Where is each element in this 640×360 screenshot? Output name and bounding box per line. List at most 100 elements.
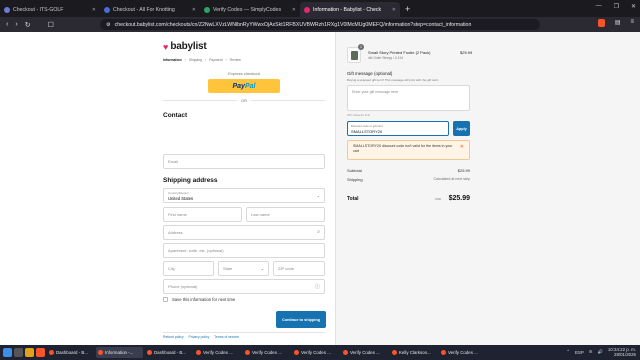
address-field[interactable]: Address ⌕ bbox=[163, 225, 325, 240]
bookmark-icon[interactable]: ☐ bbox=[48, 21, 54, 29]
close-tab-icon[interactable]: ✕ bbox=[292, 7, 296, 13]
taskbar-window[interactable]: Verify Codes ... bbox=[194, 347, 241, 358]
last-name-field[interactable]: Last name bbox=[246, 207, 325, 222]
browser-tab-its-golf[interactable]: Checkout - ITS-GOLF ✕ bbox=[0, 2, 100, 17]
close-tab-icon[interactable]: ✕ bbox=[192, 7, 196, 13]
clock[interactable]: 10:34:22 p. m. 28/01/2025 bbox=[608, 347, 636, 357]
store-logo[interactable]: ♥ babylist bbox=[163, 41, 207, 52]
taskbar-window[interactable]: Dashboard - B... bbox=[47, 347, 94, 358]
breadcrumb-separator-icon: › bbox=[205, 58, 207, 62]
window-controls: — ❐ ✕ bbox=[596, 3, 636, 10]
breadcrumb-review: Review bbox=[229, 58, 241, 62]
state-select[interactable]: State ⌄ bbox=[218, 261, 269, 276]
close-tab-icon[interactable]: ✕ bbox=[92, 7, 96, 13]
site-info-icon[interactable]: ⚙ bbox=[106, 22, 111, 28]
forward-icon[interactable]: › bbox=[15, 21, 17, 28]
quantity-badge: 1 bbox=[358, 44, 364, 50]
browser-tab-all-for-knotting[interactable]: Checkout - All For Knotting ✕ bbox=[100, 2, 200, 17]
apply-discount-button[interactable]: Apply bbox=[453, 121, 470, 136]
menu-icon[interactable]: ≡ bbox=[630, 19, 634, 27]
email-field[interactable]: Email bbox=[163, 154, 325, 169]
apartment-field[interactable]: Apartment, suite, etc. (optional) bbox=[163, 243, 325, 258]
taskbar-window[interactable]: Information -... bbox=[96, 347, 143, 358]
save-info-checkbox[interactable] bbox=[163, 297, 168, 302]
tab-label: Checkout - ITS-GOLF bbox=[13, 6, 64, 13]
last-name-placeholder: Last name bbox=[251, 212, 270, 217]
file-explorer-icon[interactable] bbox=[25, 348, 34, 357]
browser-tab-babylist[interactable]: Information - Babylist - Check ✕ bbox=[300, 2, 400, 17]
contact-heading: Contact bbox=[163, 112, 188, 119]
total-value: $25.99 bbox=[448, 195, 470, 202]
taskbar-window[interactable]: Kelly Clarkson... bbox=[390, 347, 437, 358]
new-tab-button[interactable]: + bbox=[405, 4, 410, 14]
breadcrumb: Information › Shipping › Payment › Revie… bbox=[163, 58, 241, 62]
apartment-placeholder: Apartment, suite, etc. (optional) bbox=[168, 248, 224, 253]
privacy-policy-link[interactable]: Privacy policy bbox=[189, 335, 210, 339]
email-placeholder: Email bbox=[168, 159, 179, 164]
taskbar: Dashboard - B... Information -... Dashbo… bbox=[0, 345, 640, 360]
brave-icon bbox=[147, 350, 152, 355]
clock-date: 28/01/2025 bbox=[614, 352, 636, 357]
brave-icon[interactable] bbox=[36, 348, 45, 357]
gift-message-textarea[interactable]: Enter your gift message here bbox=[347, 85, 470, 111]
close-tab-icon[interactable]: ✕ bbox=[392, 7, 396, 13]
wifi-icon[interactable]: ≋ bbox=[589, 349, 593, 355]
browser-tab-simplycodes[interactable]: Verify Codes — SimplyCodes ✕ bbox=[200, 2, 300, 17]
help-icon[interactable]: ⓘ bbox=[315, 283, 320, 290]
breadcrumb-shipping: Shipping bbox=[188, 58, 202, 62]
taskbar-window-label: Dashboard - B... bbox=[56, 350, 88, 355]
zip-field[interactable]: ZIP code bbox=[273, 261, 325, 276]
taskbar-window[interactable]: Verify Codes ... bbox=[292, 347, 339, 358]
taskbar-window-label: Verify Codes ... bbox=[350, 350, 380, 355]
maximize-icon[interactable]: ❐ bbox=[614, 3, 619, 10]
close-icon[interactable]: ✕ bbox=[460, 145, 464, 150]
discount-code-input[interactable]: Discount code or gift card SMALLSTORY20 bbox=[347, 121, 449, 136]
tab-label: Verify Codes — SimplyCodes bbox=[213, 6, 282, 13]
gift-character-limit: 200 character limit bbox=[347, 113, 370, 117]
paypal-button[interactable]: Pay Pal bbox=[208, 79, 280, 93]
back-icon[interactable]: ‹ bbox=[6, 21, 8, 28]
address-bar[interactable]: ⚙ checkout.babylist.com/checkouts/cn/Z2N… bbox=[100, 19, 540, 30]
brave-icon bbox=[441, 350, 446, 355]
subtotal-label: Subtotal bbox=[347, 168, 362, 173]
chevron-down-icon: ⌄ bbox=[260, 266, 264, 271]
refund-policy-link[interactable]: Refund policy bbox=[163, 335, 184, 339]
shipping-label: Shipping bbox=[347, 177, 363, 182]
volume-icon[interactable]: 🔊 bbox=[597, 349, 602, 355]
breadcrumb-payment: Payment bbox=[209, 58, 223, 62]
taskbar-window[interactable]: Verify Codes ... bbox=[243, 347, 290, 358]
reload-icon[interactable]: ↻ bbox=[25, 21, 31, 29]
extensions-icon[interactable]: ▤ bbox=[615, 19, 621, 27]
search-icon[interactable] bbox=[14, 348, 23, 357]
product-variant: 4th Order Sleepy / 0-3 M bbox=[368, 56, 403, 60]
country-value: United States bbox=[168, 195, 194, 201]
product-price: $25.99 bbox=[460, 50, 473, 55]
minimize-icon[interactable]: — bbox=[596, 3, 602, 10]
city-field[interactable]: City bbox=[163, 261, 214, 276]
taskbar-window-label: Verify Codes ... bbox=[252, 350, 282, 355]
terms-of-service-link[interactable]: Terms of service bbox=[214, 335, 239, 339]
start-icon[interactable] bbox=[3, 348, 12, 357]
taskbar-window-label: Dashboard - B... bbox=[154, 350, 186, 355]
close-window-icon[interactable]: ✕ bbox=[631, 3, 636, 10]
continue-to-shipping-button[interactable]: Continue to shipping bbox=[276, 311, 326, 328]
heart-icon: ♥ bbox=[163, 41, 169, 52]
subtotal-value: $25.99 bbox=[457, 168, 470, 173]
tab-favicon-icon bbox=[304, 6, 310, 13]
country-select[interactable]: Country/Region United States ⌄ bbox=[163, 188, 325, 203]
gift-message-placeholder: Enter your gift message here bbox=[352, 90, 399, 94]
paypal-logo-pal: Pal bbox=[244, 82, 256, 90]
chevron-up-icon[interactable]: ⌃ bbox=[566, 349, 570, 355]
taskbar-window[interactable]: Verify Codes ... bbox=[341, 347, 388, 358]
url-text: checkout.babylist.com/checkouts/cn/Z2NwL… bbox=[114, 21, 472, 28]
discount-value: SMALLSTORY20 bbox=[351, 129, 383, 134]
total-currency: USD bbox=[434, 197, 442, 201]
shipping-address-heading: Shipping address bbox=[163, 177, 218, 184]
brave-shields-icon[interactable] bbox=[597, 19, 605, 27]
language-indicator[interactable]: ESP bbox=[575, 350, 584, 355]
chevron-down-icon: ⌄ bbox=[316, 193, 320, 198]
taskbar-window[interactable]: Verify Codes ... bbox=[439, 347, 486, 358]
first-name-field[interactable]: First name bbox=[163, 207, 242, 222]
taskbar-window[interactable]: Dashboard - B... bbox=[145, 347, 192, 358]
phone-field[interactable]: Phone (optional) ⓘ bbox=[163, 279, 325, 294]
